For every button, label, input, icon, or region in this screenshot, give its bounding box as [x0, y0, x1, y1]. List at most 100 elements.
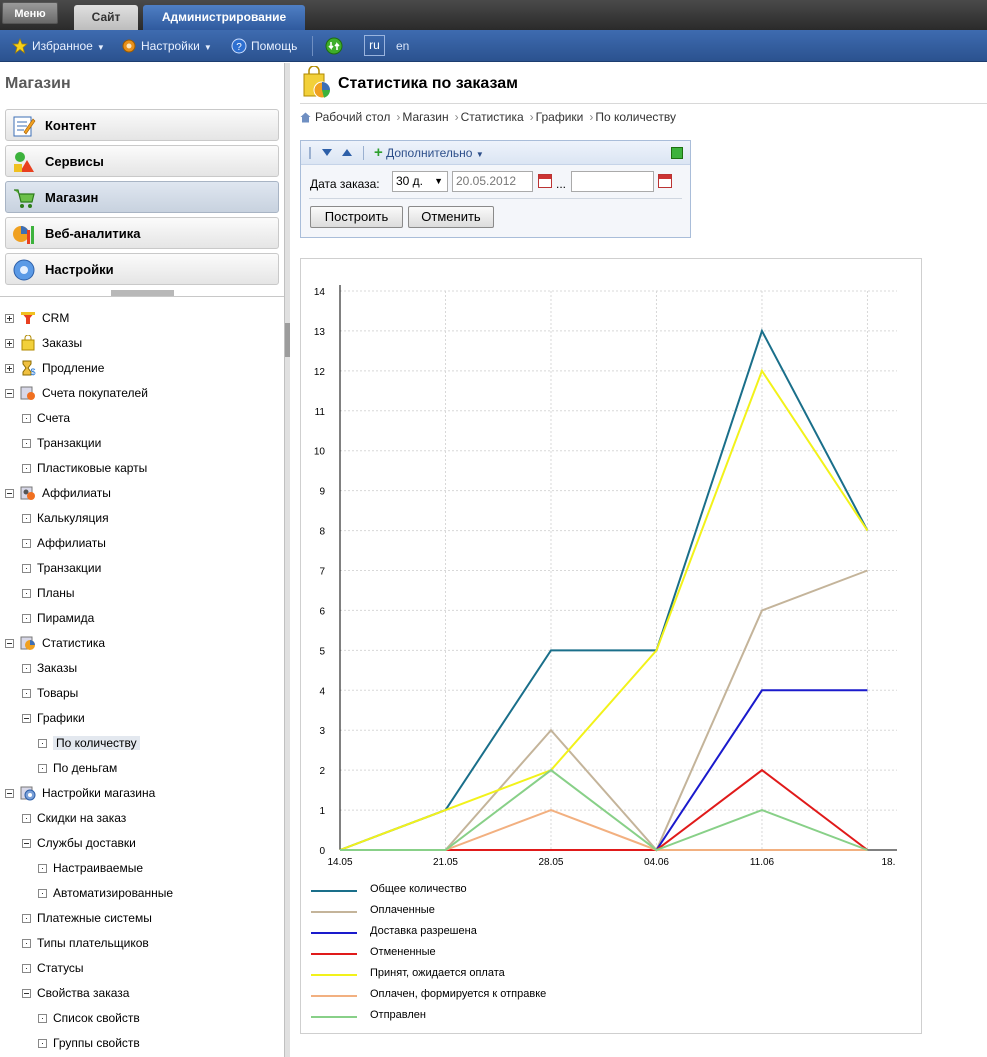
section-shop-button[interactable]: Магазин [5, 181, 279, 213]
tree-item-transactions[interactable]: Транзакции [22, 433, 101, 453]
leaf-icon [22, 614, 31, 623]
y-tick-label: 9 [319, 487, 325, 498]
cancel-button[interactable]: Отменить [408, 206, 494, 228]
breadcrumb-shop[interactable]: Магазин [402, 110, 448, 124]
tree-item-payer-types[interactable]: Типы плательщиков [22, 933, 149, 953]
y-tick-label: 5 [319, 646, 325, 657]
arrow-up-icon[interactable] [342, 149, 352, 157]
divider [300, 103, 987, 104]
tree-item-renewal[interactable]: $ Продление [5, 358, 104, 378]
tree-item-affiliates[interactable]: Аффилиаты [5, 483, 111, 503]
legend-label: Оплаченные [370, 904, 435, 916]
tab-administration[interactable]: Администрирование [143, 5, 305, 30]
breadcrumb-graphs[interactable]: Графики [536, 110, 584, 124]
tree-item-crm[interactable]: CRM [5, 308, 69, 328]
calendar-icon[interactable] [658, 174, 672, 188]
tree-item-affiliates-list[interactable]: Аффилиаты [22, 533, 106, 553]
section-web-analytics-label: Веб-аналитика [45, 226, 141, 241]
star-icon [12, 38, 28, 54]
tree-item-shop-settings[interactable]: Настройки магазина [5, 783, 155, 803]
home-icon[interactable] [300, 112, 311, 123]
x-tick-label: 04.06 [644, 857, 669, 868]
more-filters-button[interactable]: + Дополнительно ▼ [374, 145, 484, 163]
leaf-icon [38, 1014, 47, 1023]
tree-label: Аффилиаты [37, 536, 106, 550]
content-icon [13, 116, 36, 137]
expand-icon[interactable] [5, 314, 14, 323]
tree-item-calculation[interactable]: Калькуляция [22, 508, 109, 528]
expand-icon[interactable] [5, 364, 14, 373]
filter-status-indicator[interactable] [671, 147, 683, 159]
tree-item-plans[interactable]: Планы [22, 583, 75, 603]
tab-site[interactable]: Сайт [74, 5, 138, 30]
tree-item-orders[interactable]: Заказы [5, 333, 82, 353]
sidebar-title: Магазин [5, 75, 71, 92]
collapse-icon[interactable] [5, 789, 14, 798]
tree-item-pyramid[interactable]: Пирамида [22, 608, 94, 628]
tree-item-payment-systems[interactable]: Платежные системы [22, 908, 152, 928]
date-to-input[interactable] [571, 171, 654, 192]
tree-item-automated[interactable]: Автоматизированные [38, 883, 173, 903]
arrow-down-icon[interactable] [322, 149, 332, 157]
breadcrumb-desktop[interactable]: Рабочий стол [315, 110, 390, 124]
tree-item-order-properties[interactable]: Свойства заказа [22, 983, 129, 1003]
breadcrumb-separator: › [396, 110, 401, 124]
tree-item-property-groups[interactable]: Группы свойств [38, 1033, 140, 1053]
tree-item-stat-orders[interactable]: Заказы [22, 658, 77, 678]
tree-item-order-discounts[interactable]: Скидки на заказ [22, 808, 126, 828]
tree-item-affiliate-transactions[interactable]: Транзакции [22, 558, 101, 578]
sidebar-resize-bar[interactable] [284, 63, 290, 1057]
breadcrumb-statistics[interactable]: Статистика [461, 110, 524, 124]
language-en[interactable]: en [396, 37, 409, 55]
settings-menu[interactable]: Настройки ▼ [121, 37, 212, 55]
expand-icon[interactable] [5, 339, 14, 348]
tree-item-property-list[interactable]: Список свойств [38, 1008, 140, 1028]
tree-item-graphs[interactable]: Графики [22, 708, 85, 728]
collapse-icon[interactable] [22, 839, 31, 848]
tree-label: Типы плательщиков [37, 936, 149, 950]
section-web-analytics-button[interactable]: Веб-аналитика [5, 217, 279, 249]
collapse-icon[interactable] [22, 714, 31, 723]
collapse-icon[interactable] [5, 639, 14, 648]
tree-item-accounts[interactable]: Счета [22, 408, 70, 428]
tree-item-statuses[interactable]: Статусы [22, 958, 84, 978]
divider [309, 198, 682, 199]
tree-item-by-money[interactable]: По деньгам [38, 758, 117, 778]
legend-label: Отправлен [370, 1009, 426, 1021]
cart-icon [14, 189, 35, 208]
tree-label: Счета [37, 411, 71, 425]
collapse-icon[interactable] [22, 989, 31, 998]
tree-label: Статистика [42, 636, 106, 650]
legend-swatch [311, 890, 357, 892]
tree-item-stat-products[interactable]: Товары [22, 683, 78, 703]
resize-grip[interactable] [285, 323, 290, 357]
help-link[interactable]: ? Помощь [231, 37, 297, 55]
tree-item-configurable[interactable]: Настраиваемые [38, 858, 143, 878]
section-content-button[interactable]: Контент [5, 109, 279, 141]
favorites-menu[interactable]: Избранное ▼ [12, 37, 105, 55]
section-settings-button[interactable]: Настройки [5, 253, 279, 285]
collapse-icon[interactable] [5, 489, 14, 498]
tree-item-statistics[interactable]: Статистика [5, 633, 105, 653]
refresh-icon[interactable] [325, 37, 343, 55]
tree-label: Счета покупателей [42, 386, 148, 400]
tree-item-plastic-cards[interactable]: Пластиковые карты [22, 458, 147, 478]
language-ru[interactable]: ru [364, 35, 385, 56]
tree-item-customer-accounts[interactable]: Счета покупателей [5, 383, 148, 403]
collapse-icon[interactable] [5, 389, 14, 398]
menu-button[interactable]: Меню [2, 2, 58, 24]
drag-grip [309, 147, 311, 159]
date-from-input[interactable]: 20.05.2012 [452, 171, 533, 192]
breadcrumb-current: По количеству [595, 110, 677, 124]
tree-item-delivery-services[interactable]: Службы доставки [22, 833, 136, 853]
tree-label: Калькуляция [37, 511, 109, 525]
affiliates-icon [20, 486, 35, 500]
calendar-icon[interactable] [538, 174, 552, 188]
period-select[interactable]: 30 д. ▼ [392, 171, 448, 192]
orders-line-chart: 0123456789101112131414.05 21.05 28.05 04.06… [314, 285, 897, 868]
toolbar-divider [363, 146, 364, 160]
build-button[interactable]: Построить [310, 206, 403, 228]
tree-item-by-quantity[interactable]: По количеству [38, 733, 140, 753]
section-services-button[interactable]: Сервисы [5, 145, 279, 177]
tree-label: Список свойств [53, 1011, 140, 1025]
